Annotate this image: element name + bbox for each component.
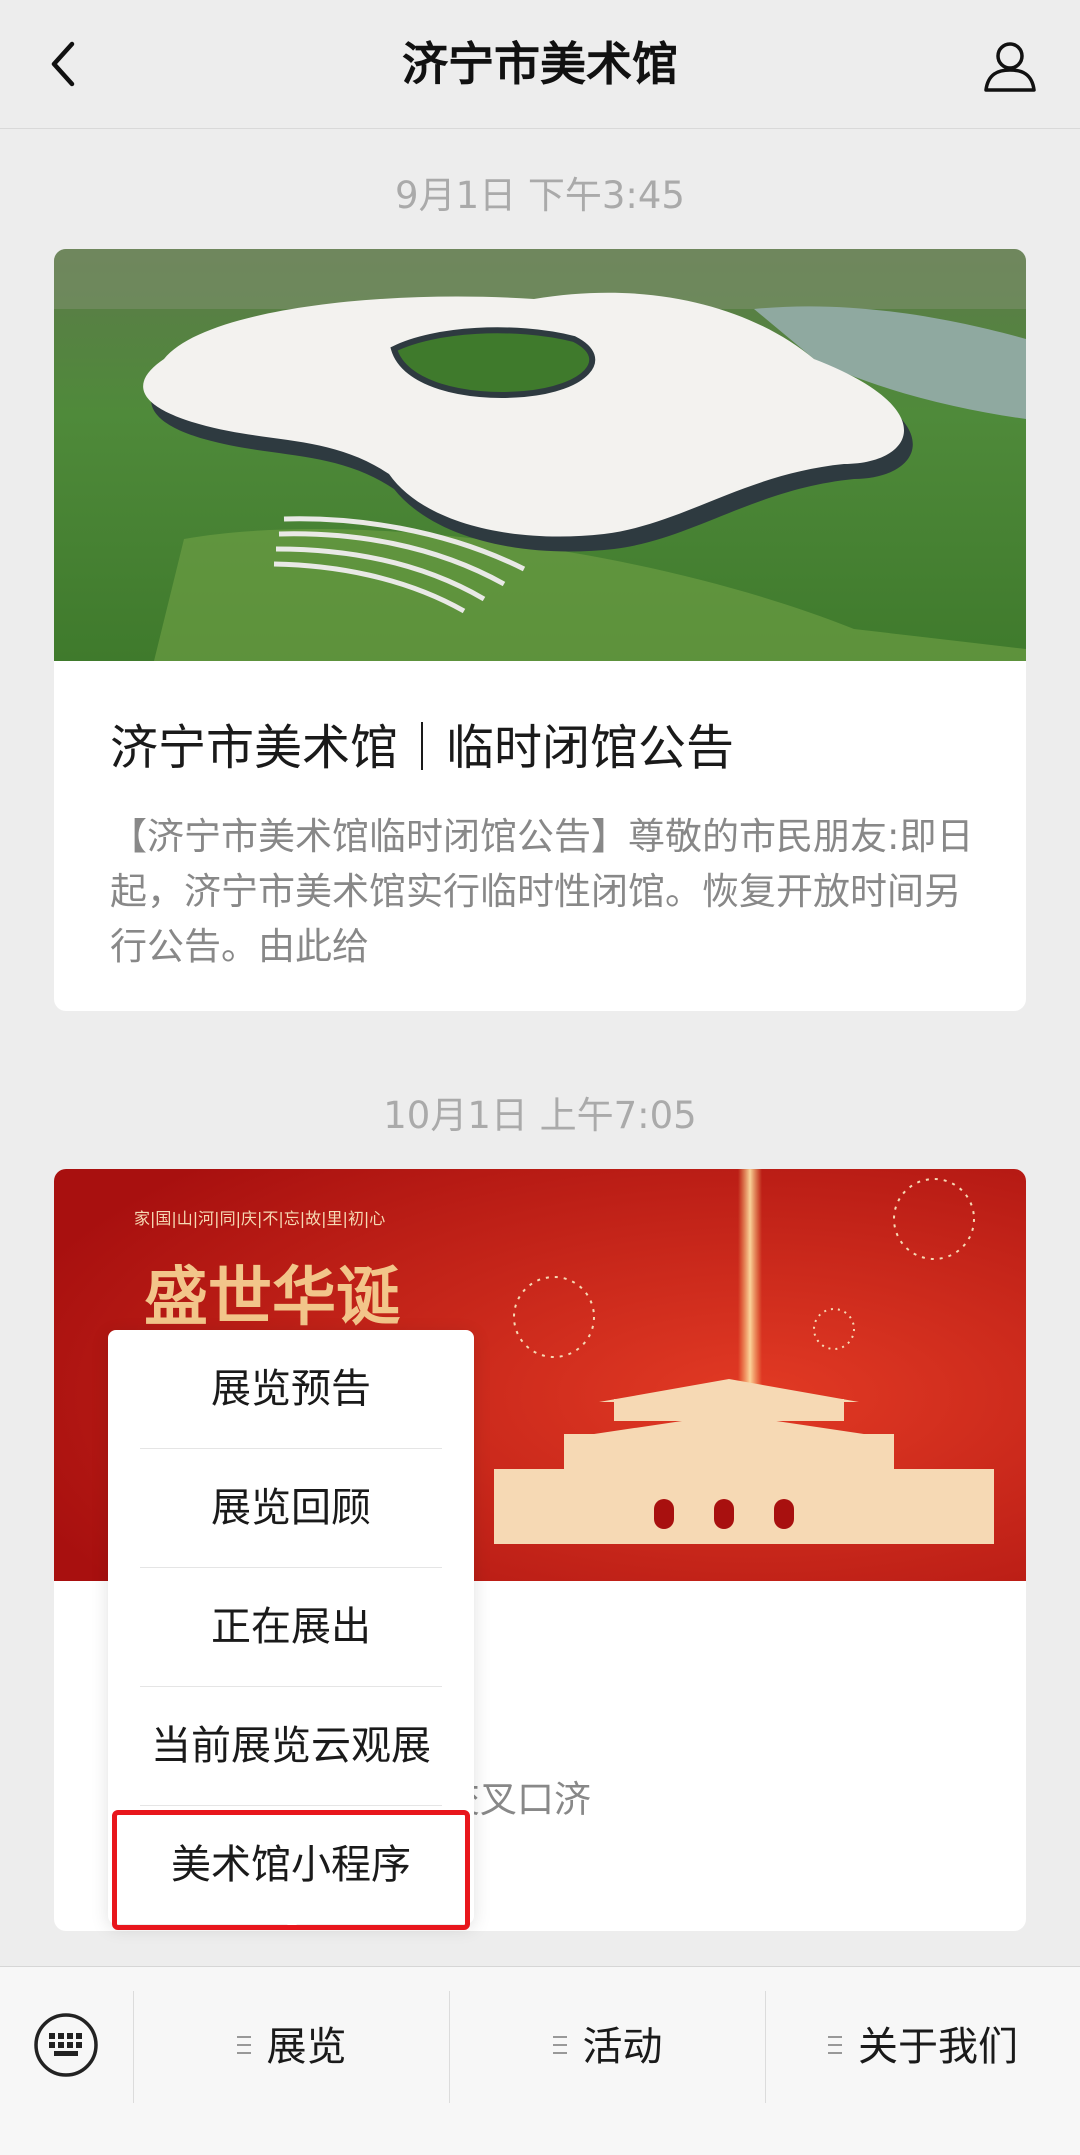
person-icon[interactable] — [980, 36, 1040, 96]
menu-button-label: 关于我们 — [858, 2024, 1018, 2070]
submenu-item-exhibition-preview[interactable]: 展览预告 — [108, 1330, 474, 1448]
page-title: 济宁市美术馆 — [402, 37, 678, 91]
banner-heading: 盛世华诞 — [144, 1260, 401, 1335]
highlight-annotation-box — [112, 1810, 470, 1930]
submenu-item-cloud-exhibition[interactable]: 当前展览云观展 — [108, 1687, 474, 1805]
message-timestamp: 9月1日 下午3:45 — [395, 174, 685, 217]
banner-tagline: 家|国|山|河|同|庆|不|忘|故|里|初|心 — [134, 1209, 385, 1228]
top-navbar: 济宁市美术馆 — [0, 0, 1080, 129]
bottom-menu-bar: 展览 活动 关于我们 — [0, 1966, 1080, 2155]
submenu-item-exhibition-review[interactable]: 展览回顾 — [108, 1449, 474, 1567]
menu-button-label: 展览 — [266, 2024, 347, 2070]
keyboard-icon[interactable] — [32, 2011, 100, 2079]
menu-lines-icon — [828, 2036, 842, 2054]
menu-lines-icon — [552, 2036, 567, 2054]
article-summary: 【济宁市美术馆临时闭馆公告】尊敬的市民朋友:即日起，济宁市美术馆实行临时性闭馆。… — [110, 815, 974, 968]
menu-button-exhibitions[interactable]: 展览 — [134, 1991, 449, 2103]
menu-button-activities[interactable]: 活动 — [450, 1991, 765, 2103]
menu-button-label: 活动 — [582, 2024, 663, 2070]
article-cover-image — [54, 249, 1026, 661]
message-timestamp: 10月1日 上午7:05 — [383, 1094, 697, 1137]
menu-lines-icon — [236, 2036, 251, 2054]
article-title: 济宁市美术馆｜临时闭馆公告 — [110, 720, 735, 776]
submenu-item-now-showing[interactable]: 正在展出 — [108, 1568, 474, 1686]
menu-button-about-us[interactable]: 关于我们 — [766, 1991, 1080, 2103]
article-card[interactable]: 济宁市美术馆｜临时闭馆公告 【济宁市美术馆临时闭馆公告】尊敬的市民朋友:即日起，… — [54, 249, 1026, 1011]
